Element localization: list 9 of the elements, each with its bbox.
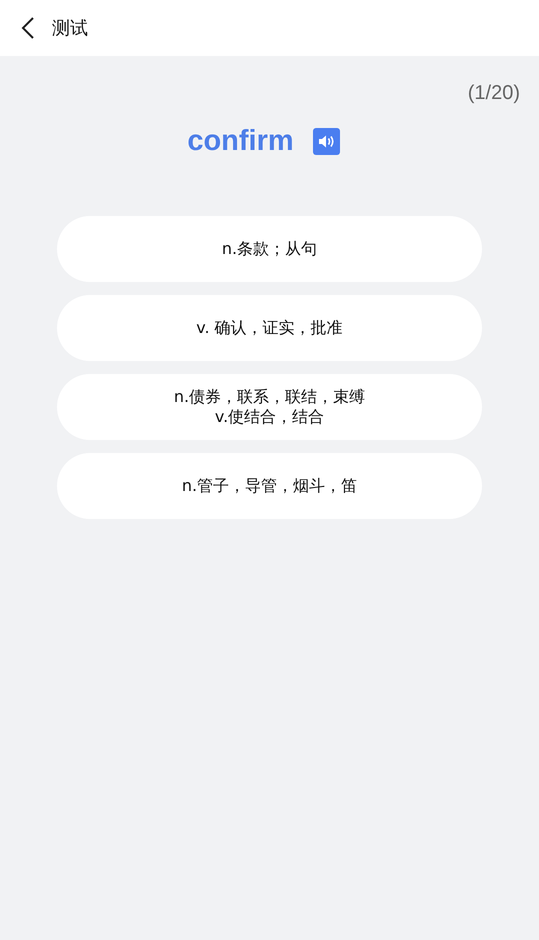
- answer-option[interactable]: n.条款；从句: [57, 216, 482, 282]
- page-title: 测试: [52, 17, 88, 40]
- word-text: confirm: [187, 125, 294, 158]
- answer-option[interactable]: n.管子，导管，烟斗，笛: [57, 453, 482, 519]
- answer-option[interactable]: v. 确认，证实，批准: [57, 295, 482, 361]
- speaker-icon[interactable]: [312, 128, 340, 155]
- progress-counter: (1/20): [468, 82, 520, 105]
- back-icon[interactable]: [21, 16, 35, 40]
- answer-option[interactable]: n.债券，联系，联结，束缚 v.使结合，结合: [57, 374, 482, 440]
